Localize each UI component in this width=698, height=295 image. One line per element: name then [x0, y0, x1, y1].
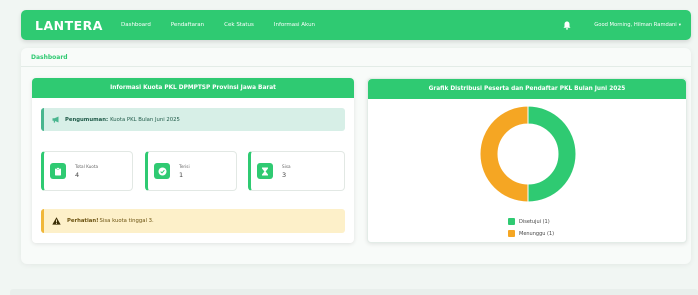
stat-label: Sisa	[282, 163, 291, 169]
legend-swatch	[508, 230, 515, 237]
quota-panel-title: Informasi Kuota PKL DPMPTSP Provinsi Jaw…	[32, 78, 354, 98]
donut-slice-disetujui[interactable]	[527, 105, 577, 203]
megaphone-icon	[52, 116, 60, 123]
nav-pendaftaran[interactable]: Pendaftaran	[171, 22, 204, 28]
warning-alert: Perhatian! Sisa kuota tinggal 3.	[41, 209, 345, 233]
breadcrumb[interactable]: Dashboard	[31, 54, 68, 61]
announcement-label: Pengumuman:	[65, 116, 109, 123]
quota-info-panel: Informasi Kuota PKL DPMPTSP Provinsi Jaw…	[32, 78, 354, 243]
stat-card-sisa: Sisa 3	[248, 151, 345, 191]
announcement-alert: Pengumuman: Kuota PKL Bulan Juni 2025	[41, 108, 345, 131]
legend-label: Menunggu (1)	[519, 230, 555, 237]
check-circle-icon	[154, 163, 170, 179]
donut-slice-menunggu[interactable]	[479, 105, 529, 203]
footer-strip	[10, 289, 698, 295]
hourglass-icon	[257, 163, 273, 179]
bell-icon[interactable]	[562, 20, 572, 30]
stat-card-terisi: Terisi 1	[145, 151, 237, 191]
divider	[21, 66, 691, 67]
nav-cek-status[interactable]: Cek Status	[224, 22, 254, 28]
stat-value: 3	[282, 170, 287, 179]
legend-item-menunggu[interactable]: Menunggu (1)	[508, 230, 554, 237]
legend-label: Disetujui (1)	[519, 218, 550, 225]
chart-legend: Disetujui (1) Menunggu (1)	[508, 218, 554, 242]
legend-swatch	[508, 218, 515, 225]
clipboard-icon	[50, 163, 66, 179]
stat-card-total-kuota: Total Kuota 4	[41, 151, 133, 191]
nav-dashboard[interactable]: Dashboard	[121, 22, 151, 28]
greeting-text: Good Morning, Hilman Ramdani	[594, 22, 677, 28]
stat-label: Terisi	[179, 163, 190, 169]
nav-informasi-akun[interactable]: Informasi Akun	[274, 22, 315, 28]
chevron-down-icon: ▾	[678, 23, 681, 28]
user-greeting-menu[interactable]: Good Morning, Hilman Ramdani ▾	[594, 22, 681, 28]
stat-value: 4	[75, 170, 80, 179]
legend-item-disetujui[interactable]: Disetujui (1)	[508, 218, 554, 225]
donut-chart	[479, 105, 577, 203]
brand-logo[interactable]: LANTERA	[35, 18, 103, 33]
donut-chart-area: Disetujui (1) Menunggu (1)	[368, 99, 688, 244]
distribution-chart-panel: Grafik Distribusi Peserta dan Pendaftar …	[367, 78, 687, 243]
stat-label: Total Kuota	[75, 163, 99, 169]
chart-panel-title: Grafik Distribusi Peserta dan Pendaftar …	[368, 79, 686, 99]
warning-label: Perhatian!	[67, 218, 99, 224]
warning-text: Sisa kuota tinggal 3.	[99, 218, 154, 224]
main-content: Dashboard Informasi Kuota PKL DPMPTSP Pr…	[21, 48, 691, 264]
stat-value: 1	[179, 170, 184, 179]
top-navbar: LANTERA Dashboard Pendaftaran Cek Status…	[21, 10, 691, 40]
announcement-text: Kuota PKL Bulan Juni 2025	[110, 116, 180, 123]
warning-icon	[52, 217, 61, 225]
